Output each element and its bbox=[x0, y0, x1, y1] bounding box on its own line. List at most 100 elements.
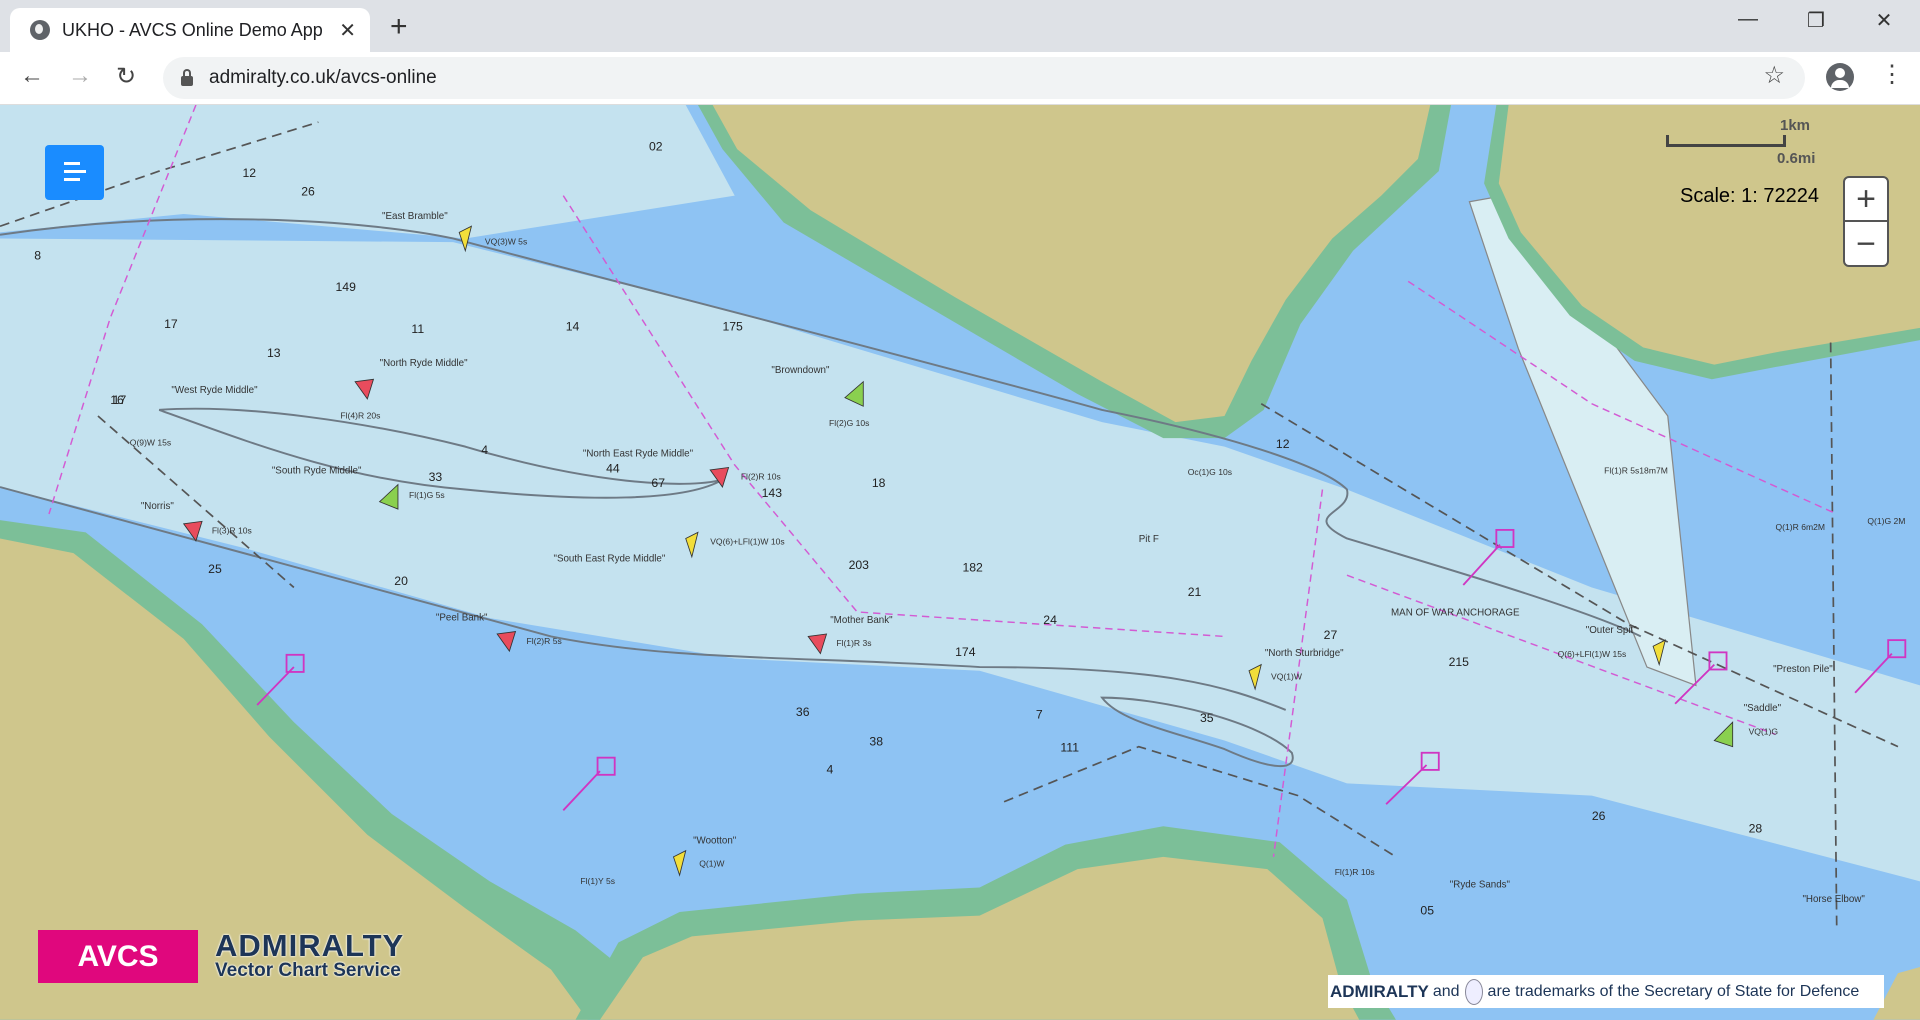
sounding: 4 bbox=[481, 443, 488, 457]
light-label: Fl(1)R 5s18m7M bbox=[1604, 466, 1668, 476]
sounding: 203 bbox=[849, 558, 870, 572]
place-name: MAN OF WAR ANCHORAGE bbox=[1391, 608, 1520, 619]
scale-bar-mi: 0.6mi bbox=[1777, 150, 1816, 167]
scale-bar bbox=[1666, 135, 1786, 147]
sounding: 05 bbox=[1420, 903, 1434, 917]
light-label: Fl(2)G 10s bbox=[829, 418, 869, 428]
address-input[interactable]: admiralty.co.uk/avcs-online ☆ bbox=[163, 57, 1805, 99]
sounding: 215 bbox=[1449, 655, 1470, 669]
place-name: "North East Ryde Middle" bbox=[583, 448, 694, 459]
sounding: 26 bbox=[301, 185, 315, 199]
sounding: 4 bbox=[827, 763, 834, 777]
place-name: "Norris" bbox=[141, 501, 175, 512]
nautical-chart[interactable]: "North Ryde Middle" "West Ryde Middle" "… bbox=[0, 105, 1920, 1020]
sounding: 143 bbox=[762, 486, 783, 500]
sounding: 182 bbox=[962, 561, 983, 575]
restore-button[interactable]: ❐ bbox=[1796, 8, 1836, 33]
sounding: 174 bbox=[955, 645, 976, 659]
light-label: Fl(2)R 5s bbox=[527, 636, 562, 646]
sounding: 20 bbox=[394, 574, 408, 588]
window-close-button[interactable]: ✕ bbox=[1864, 8, 1904, 33]
sounding: 8 bbox=[34, 248, 41, 262]
light-label: Fl(4)R 20s bbox=[340, 410, 380, 420]
sounding: 149 bbox=[336, 280, 357, 294]
place-name: Pit F bbox=[1139, 534, 1159, 545]
light-label: Fl(2)R 10s bbox=[741, 472, 781, 482]
zoom-in-button[interactable]: + bbox=[1845, 178, 1887, 222]
back-button[interactable]: ← bbox=[20, 62, 44, 90]
sounding: 28 bbox=[1749, 821, 1763, 835]
sounding: 35 bbox=[1200, 711, 1214, 725]
reload-button[interactable]: ↻ bbox=[116, 62, 136, 91]
sounding: 27 bbox=[1324, 628, 1338, 642]
place-name: "Saddle" bbox=[1744, 703, 1782, 714]
light-label: Q(1)R 6m2M bbox=[1776, 522, 1825, 532]
sounding: 12 bbox=[1276, 437, 1290, 451]
place-name: "North Ryde Middle" bbox=[380, 358, 468, 369]
chart-map[interactable]: "North Ryde Middle" "West Ryde Middle" "… bbox=[0, 105, 1920, 1020]
sounding: 12 bbox=[242, 166, 256, 180]
sounding: 44 bbox=[606, 461, 620, 475]
light-label: VQ(3)W 5s bbox=[485, 237, 527, 247]
sounding: 67 bbox=[651, 476, 665, 490]
place-name: "Outer Spit" bbox=[1586, 625, 1638, 636]
admiralty-wordmark: ADMIRALTY bbox=[215, 928, 405, 963]
sounding: 38 bbox=[869, 734, 883, 748]
light-label: Oc(1)G 10s bbox=[1188, 467, 1232, 477]
avcs-logo: AVCS bbox=[38, 930, 198, 983]
admiralty-logo: ADMIRALTY Vector Chart Service bbox=[215, 928, 404, 982]
sounding: 33 bbox=[429, 470, 443, 484]
sounding: 02 bbox=[649, 139, 663, 153]
place-name: "Mother Bank" bbox=[830, 615, 893, 626]
place-name: "Horse Elbow" bbox=[1802, 894, 1865, 905]
browser-tab[interactable]: UKHO - AVCS Online Demo App ✕ bbox=[10, 8, 370, 52]
place-name: "Wootton" bbox=[693, 835, 737, 846]
browser-menu-button[interactable]: ⋮ bbox=[1880, 60, 1904, 89]
crest-icon bbox=[1464, 978, 1483, 1005]
scale-ratio: Scale: 1: 72224 bbox=[1680, 185, 1819, 207]
minimize-button[interactable]: — bbox=[1728, 8, 1768, 31]
sounding: 175 bbox=[722, 319, 743, 333]
sounding: 16 bbox=[110, 393, 124, 407]
place-name: "Browndown" bbox=[771, 365, 830, 376]
place-name: "South East Ryde Middle" bbox=[553, 554, 665, 565]
account-icon[interactable] bbox=[1826, 63, 1854, 91]
trademark-and: and bbox=[1432, 982, 1460, 1000]
light-label: Q(6)+LFl(1)W 15s bbox=[1558, 649, 1627, 659]
trademark-notice: ADMIRALTY and are trademarks of the Secr… bbox=[1328, 975, 1884, 1008]
sounding: 24 bbox=[1043, 613, 1057, 627]
light-label: VQ(6)+LFl(1)W 10s bbox=[710, 537, 784, 547]
address-bar-row: ← → ↻ admiralty.co.uk/avcs-online ☆ ⋮ bbox=[0, 52, 1920, 105]
place-name: "East Bramble" bbox=[382, 211, 448, 222]
tab-title: UKHO - AVCS Online Demo App bbox=[62, 19, 323, 40]
sounding: 14 bbox=[566, 319, 580, 333]
light-label: Fl(1)R 3s bbox=[836, 638, 871, 648]
place-name: "West Ryde Middle" bbox=[171, 385, 258, 396]
sounding: 26 bbox=[1592, 809, 1606, 823]
sounding: 25 bbox=[208, 562, 222, 576]
light-label: VQ(1)W bbox=[1271, 671, 1303, 681]
sounding: 36 bbox=[796, 705, 810, 719]
zoom-control: + − bbox=[1843, 176, 1889, 267]
trademark-admiralty: ADMIRALTY bbox=[1330, 981, 1429, 1001]
sounding: 18 bbox=[872, 476, 886, 490]
place-name: "Preston Pile" bbox=[1773, 664, 1833, 675]
zoom-out-button[interactable]: − bbox=[1845, 222, 1887, 265]
sounding: 21 bbox=[1188, 585, 1202, 599]
tab-close-button[interactable]: ✕ bbox=[339, 18, 356, 43]
place-name: "Ryde Sands" bbox=[1450, 879, 1511, 890]
bookmark-star-icon[interactable]: ☆ bbox=[1763, 61, 1785, 90]
forward-button[interactable]: → bbox=[68, 62, 92, 90]
place-name: "Peel Bank" bbox=[436, 613, 488, 624]
sounding: 7 bbox=[1036, 707, 1043, 721]
sounding: 11 bbox=[411, 322, 424, 336]
sounding: 13 bbox=[267, 346, 281, 360]
layers-menu-button[interactable] bbox=[45, 145, 104, 200]
light-label: VQ(1)G bbox=[1749, 726, 1779, 736]
new-tab-button[interactable]: + bbox=[390, 10, 408, 44]
light-label: Q(9)W 15s bbox=[130, 437, 171, 447]
admiralty-subtitle: Vector Chart Service bbox=[215, 960, 401, 981]
scale-bar-km: 1km bbox=[1780, 117, 1811, 134]
sounding: 17 bbox=[164, 317, 178, 331]
place-name: "North Sturbridge" bbox=[1265, 648, 1344, 659]
